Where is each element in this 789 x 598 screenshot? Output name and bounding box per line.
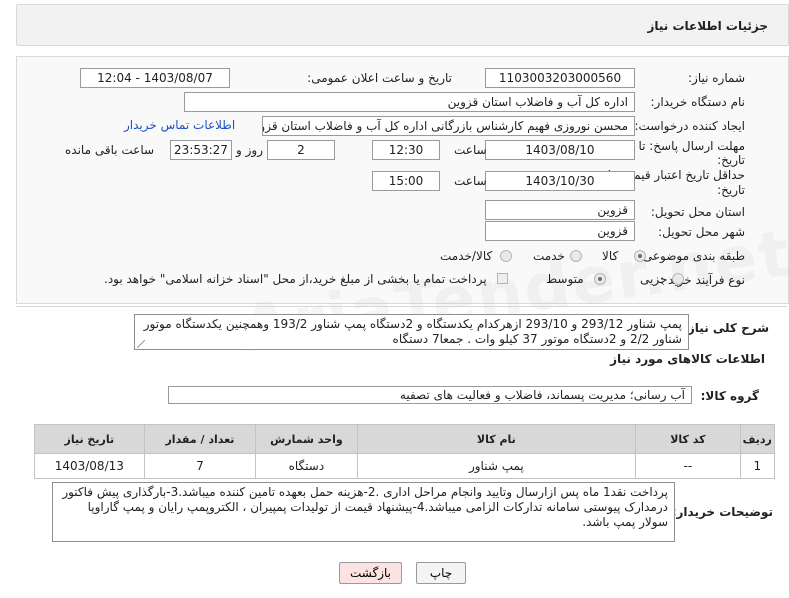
- buyer-notes-text: پرداخت نقد1 ماه پس ازارسال وتایید وانجام…: [52, 482, 675, 542]
- category-label: طبقه بندی موضوعی:: [638, 249, 745, 263]
- deadline-time-label: ساعت: [454, 143, 487, 157]
- summary-label: شرح کلی نیاز:: [683, 321, 769, 335]
- summary-text-content: پمپ شناور 293/12 و 293/10 ازهرکدام یکدست…: [143, 317, 682, 346]
- process-option-minor: جزیی: [640, 272, 668, 286]
- deadline-date-field: 1403/08/10: [485, 140, 635, 160]
- buyer-contact-link[interactable]: اطلاعات تماس خریدار: [124, 118, 235, 132]
- cell-item-name: پمپ شناور: [356, 453, 637, 479]
- cell-quantity: 7: [143, 453, 257, 479]
- category-radio-goods[interactable]: [634, 250, 646, 262]
- col-unit: واحد شمارش: [255, 424, 358, 454]
- process-radio-medium[interactable]: [594, 273, 606, 285]
- page-header: جزئیات اطلاعات نیاز: [16, 4, 789, 46]
- cell-item-code: --: [635, 453, 741, 479]
- col-need-date: تاریخ نیاز: [34, 424, 145, 454]
- province-field: قزوین: [485, 200, 635, 220]
- process-option-medium: متوسط: [546, 272, 584, 286]
- need-number-label: شماره نیاز:: [688, 71, 745, 85]
- back-button[interactable]: بازگشت: [339, 562, 402, 584]
- separator: [16, 306, 787, 307]
- col-item-name: نام کالا: [356, 424, 637, 454]
- price-validity-time-field: 15:00: [372, 171, 440, 191]
- table-row[interactable]: 1 -- پمپ شناور دستگاه 7 1403/08/13: [34, 453, 776, 479]
- cell-unit: دستگاه: [255, 453, 358, 479]
- deadline-time-field: 12:30: [372, 140, 440, 160]
- price-validity-time-label: ساعت: [454, 174, 487, 188]
- days-remaining-field: 2: [267, 140, 335, 160]
- col-quantity: تعداد / مقدار: [143, 424, 257, 454]
- col-item-code: کد کالا: [635, 424, 741, 454]
- price-validity-label-date: تاریخ:: [717, 183, 745, 197]
- city-field: قزوین: [485, 221, 635, 241]
- goods-section-title: اطلاعات کالاهای مورد نیاز: [610, 352, 765, 366]
- category-radio-service[interactable]: [570, 250, 582, 262]
- announce-date-field: 1403/08/07 - 12:04: [80, 68, 230, 88]
- process-radio-minor[interactable]: [672, 273, 684, 285]
- buyer-org-field: اداره کل آب و فاضلاب استان قزوین: [184, 92, 635, 112]
- need-number-field: 1103003203000560: [485, 68, 635, 88]
- table-header-row: ردیف کد کالا نام کالا واحد شمارش تعداد /…: [34, 424, 776, 454]
- page-title: جزئیات اطلاعات نیاز: [647, 19, 768, 33]
- summary-text: پمپ شناور 293/12 و 293/10 ازهرکدام یکدست…: [134, 314, 689, 350]
- time-remaining-field: 23:53:27: [170, 140, 232, 160]
- category-option-goods-service: کالا/خدمت: [440, 249, 493, 263]
- print-button[interactable]: چاپ: [416, 562, 466, 584]
- deadline-label: مهلت ارسال پاسخ: تا: [638, 139, 745, 153]
- creator-field: محسن نوروزی فهیم کارشناس بازرگانی اداره …: [262, 116, 635, 136]
- announce-date-label: تاریخ و ساعت اعلان عمومی:: [307, 71, 452, 85]
- cell-need-date: 1403/08/13: [34, 453, 145, 479]
- resize-handle[interactable]: [137, 340, 145, 348]
- goods-group-field: آب رسانی؛ مدیریت پسماند، فاضلاب و فعالیت…: [168, 386, 692, 404]
- treasury-payment-checkbox[interactable]: [497, 273, 508, 284]
- goods-table: ردیف کد کالا نام کالا واحد شمارش تعداد /…: [34, 424, 776, 479]
- category-option-goods: کالا: [602, 249, 619, 263]
- days-label: روز و: [236, 143, 263, 157]
- cell-row-number: 1: [739, 453, 776, 479]
- province-label: استان محل تحویل:: [650, 205, 745, 219]
- col-row-number: ردیف: [739, 424, 776, 454]
- treasury-payment-note: پرداخت تمام یا بخشی از مبلغ خرید،از محل …: [104, 272, 487, 286]
- creator-label: ایجاد کننده درخواست:: [634, 119, 745, 133]
- buyer-notes-content: پرداخت نقد1 ماه پس ازارسال وتایید وانجام…: [62, 485, 668, 529]
- deadline-label-date: تاریخ:: [717, 153, 745, 167]
- price-validity-date-field: 1403/10/30: [485, 171, 635, 191]
- buyer-org-label: نام دستگاه خریدار:: [650, 95, 746, 109]
- goods-group-label: گروه کالا:: [700, 389, 759, 403]
- time-remaining-label: ساعت باقی مانده: [65, 143, 155, 157]
- buyer-notes-label: توضیحات خریدار:: [671, 505, 773, 519]
- city-label: شهر محل تحویل:: [658, 225, 745, 239]
- category-radio-goods-service[interactable]: [500, 250, 512, 262]
- category-option-service: خدمت: [533, 249, 565, 263]
